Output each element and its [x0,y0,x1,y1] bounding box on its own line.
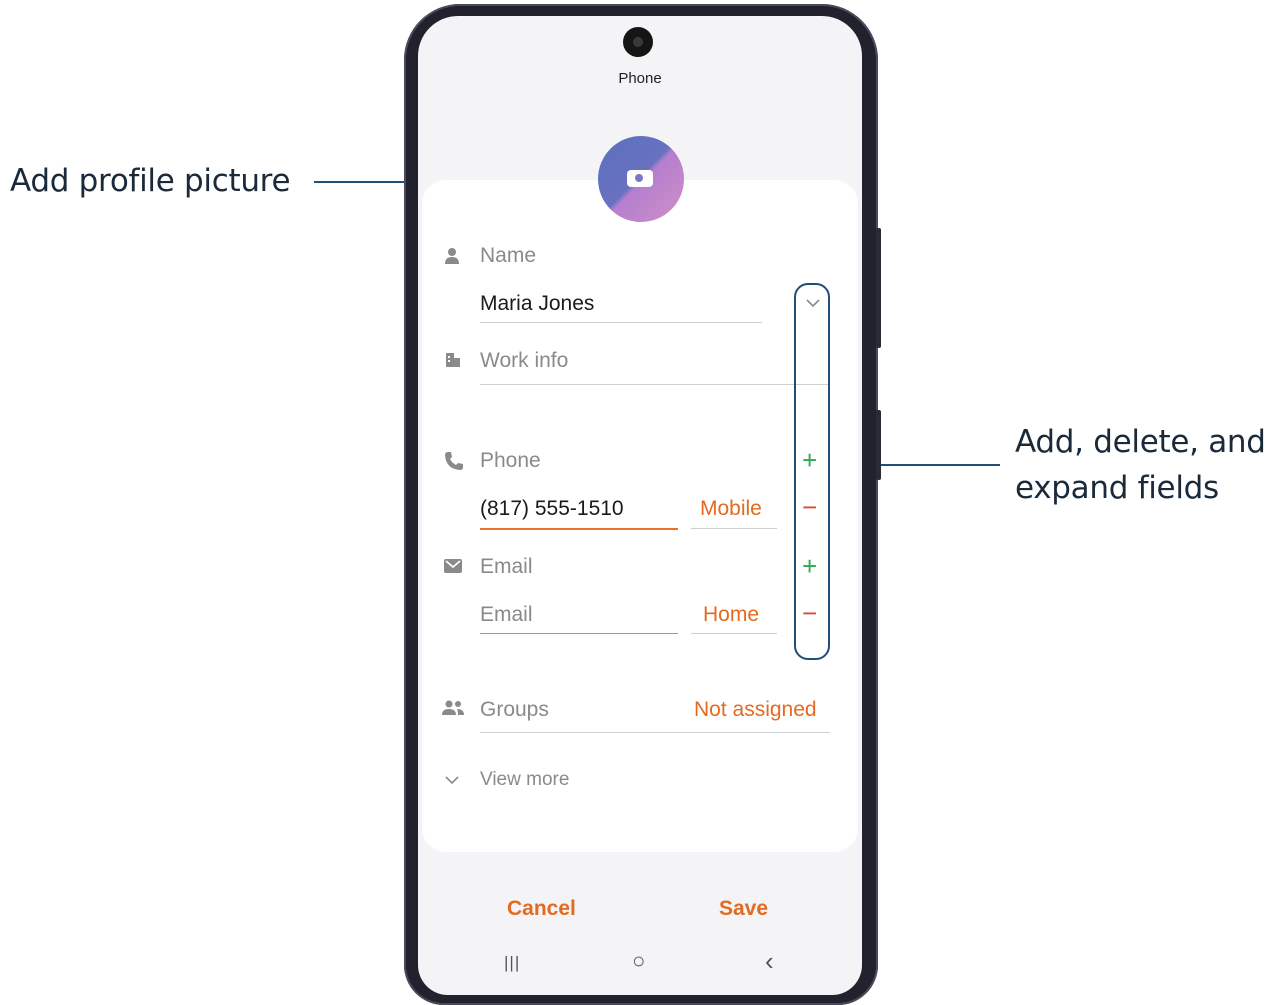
groups-label: Groups [480,698,549,721]
volume-button [876,228,881,348]
phone-number-underline [480,528,678,530]
work-info-field[interactable]: Work info [480,349,568,373]
name-label: Name [480,244,537,267]
camera-icon [627,170,653,187]
email-type-selector[interactable]: Home [703,603,759,627]
email-label: Email [480,555,533,578]
person-icon [445,248,459,264]
recents-nav-button[interactable]: ||| [504,953,520,973]
chevron-down-icon [445,776,459,785]
phone-label: Phone [480,449,541,472]
view-more-button[interactable]: View more [480,769,569,791]
power-button [876,410,881,480]
groups-underline [480,732,830,733]
home-nav-button[interactable]: ○ [632,948,645,974]
envelope-icon [444,559,462,573]
phone-type-underline [691,528,777,529]
add-profile-picture-button[interactable] [598,136,684,222]
back-nav-button[interactable]: ‹ [765,946,774,977]
email-field[interactable]: Email [480,603,533,627]
callout-fields-line2: expand fields [1015,470,1219,506]
cancel-button[interactable]: Cancel [507,897,576,921]
building-icon [446,353,460,367]
email-underline [480,633,678,634]
callout-profile-picture: Add profile picture [10,163,291,199]
people-icon [442,700,464,715]
name-field[interactable]: Maria Jones [480,292,594,316]
phone-number-field[interactable]: (817) 555-1510 [480,497,624,521]
fields-controls-highlight [794,283,830,660]
front-camera [623,27,653,57]
email-type-underline [691,633,777,634]
callout-fields-line1: Add, delete, and [1015,424,1266,460]
name-underline [480,322,762,323]
phone-icon [445,452,463,470]
groups-selector[interactable]: Not assigned [694,698,817,722]
app-title: Phone [618,70,662,87]
work-info-underline [480,384,830,385]
phone-type-selector[interactable]: Mobile [700,497,762,521]
save-button[interactable]: Save [719,897,768,921]
